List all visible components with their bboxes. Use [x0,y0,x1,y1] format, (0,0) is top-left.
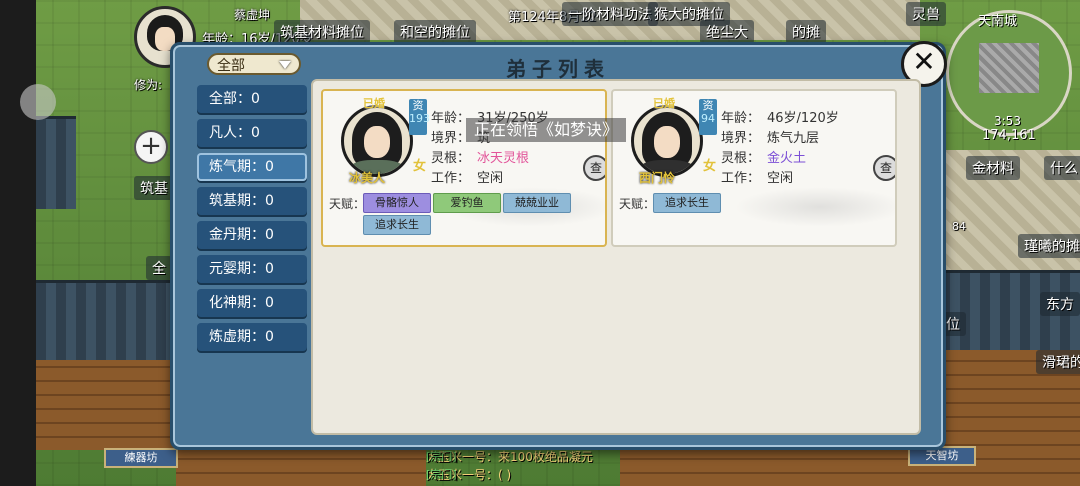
married-badge: 已婚 [653,97,675,110]
stall-label[interactable]: 一阶材料功法 [562,2,658,26]
talent-tag: 兢兢业业 [503,193,571,213]
game-clock: 3:53 [994,114,1021,128]
job-row: 工作： 空闲 [721,171,794,186]
gender-label: 女 [703,159,717,174]
roof-tile [36,280,176,363]
stall-label[interactable]: 东方 [1040,292,1080,316]
player-name: 蔡虚坤 [234,8,271,22]
sidebar-item-foundation[interactable]: 筑基期：0 [197,187,307,215]
aptitude-badge: 资 193 [409,99,430,135]
sidebar-item-golden-core[interactable]: 金丹期：0 [197,221,307,249]
stall-label[interactable]: 绝尘大 [700,20,754,44]
talent-tag: 追求长生 [363,215,431,235]
floating-assistant-icon[interactable] [20,84,56,120]
chevron-down-icon [279,61,291,69]
job-row: 工作： 空闲 [431,171,504,186]
chat-line: [宗门] 大玉米一号：( ) [426,468,512,482]
stall-label[interactable]: 的摊 [786,20,826,44]
talent-tag: 骨骼惊人 [363,193,431,213]
minimap-city-name: 天南城 [978,14,1018,29]
disciple-portrait [631,105,703,177]
sidebar-item-mortal[interactable]: 凡人：0 [197,119,307,147]
roof-tile [36,116,76,209]
stall-label[interactable]: 滑珺的 [1036,350,1080,374]
add-button[interactable]: + [134,130,168,164]
married-badge: 已婚 [363,97,385,110]
item-count: 84 [952,220,966,233]
sidebar-item-nascent-soul[interactable]: 元婴期：0 [197,255,307,283]
stall-label[interactable]: 瑾曦的摊 [1018,234,1080,258]
talent-label: 天赋： [329,197,366,211]
disciple-portrait [341,105,413,177]
talent-label: 天赋： [619,197,656,211]
root-row: 灵根： 金火土 [721,151,807,166]
building-sign: 練器坊 [104,448,178,468]
realm-filter-dropdown[interactable]: 全部 [207,53,301,75]
stall-label[interactable]: 和空的摊位 [394,20,476,44]
player-coordinates: 174,161 [982,128,1036,143]
filter-value: 全部 [217,58,245,74]
sidebar-item-spirit-severing[interactable]: 化神期：0 [197,289,307,317]
disciple-card[interactable]: 已婚 资 94 女 西门怜 年龄： 46岁/120岁 境界： 炼气九层 灵根： 金火土 … [611,89,897,247]
cultivation-label: 修为: [134,78,163,92]
realm-sidebar: 全部：0 凡人：0 炼气期：0 筑基期：0 金丹期：0 元婴期：0 化神期：0 … [197,85,307,357]
talent-tag: 追求长生 [653,193,721,213]
sidebar-item-qi-refining[interactable]: 炼气期：0 [197,153,307,181]
stall-label[interactable]: 什么 [1044,156,1080,180]
disciple-name: 西门怜 [639,171,676,185]
chat-line: [宗门] 大玉米一号：来100枚绝品凝元 [426,450,593,464]
stall-label[interactable]: 筑基 [134,176,174,200]
stall-label[interactable]: 筑基材料摊位 [274,20,370,44]
realm-row: 境界： 炼气九层 [721,131,820,146]
disciple-card[interactable]: 已婚 资193 女 冰美人 年龄：31岁/250岁 境界：筑 灵根：冰天灵根 工… [321,89,607,247]
disciple-list-dialog: 弟子列表 ✕ 全部 全部：0 凡人：0 炼气期：0 筑基期：0 金丹期：0 元婴… [170,41,947,450]
view-detail-button[interactable]: 查 [583,155,605,181]
age-row: 年龄： 46岁/120岁 [721,111,839,126]
sidebar-item-void-refining[interactable]: 炼虚期：0 [197,323,307,351]
stall-label[interactable]: 金材料 [966,156,1020,180]
screen-edge [0,0,36,486]
root-row: 灵根： 冰天灵根 [431,151,530,166]
talent-tag: 爱钓鱼 [433,193,501,213]
disciple-name: 冰美人 [349,171,386,185]
view-detail-button[interactable]: 查 [873,155,895,181]
stall-label[interactable]: 全 [146,256,172,280]
status-toast: 正在领悟《如梦诀》 [466,118,627,142]
aptitude-badge: 资 94 [699,99,717,135]
building-wall [36,360,176,450]
spirit-beast-label[interactable]: 灵兽 [906,2,946,26]
gender-label: 女 [413,159,427,174]
sidebar-item-all[interactable]: 全部：0 [197,85,307,113]
